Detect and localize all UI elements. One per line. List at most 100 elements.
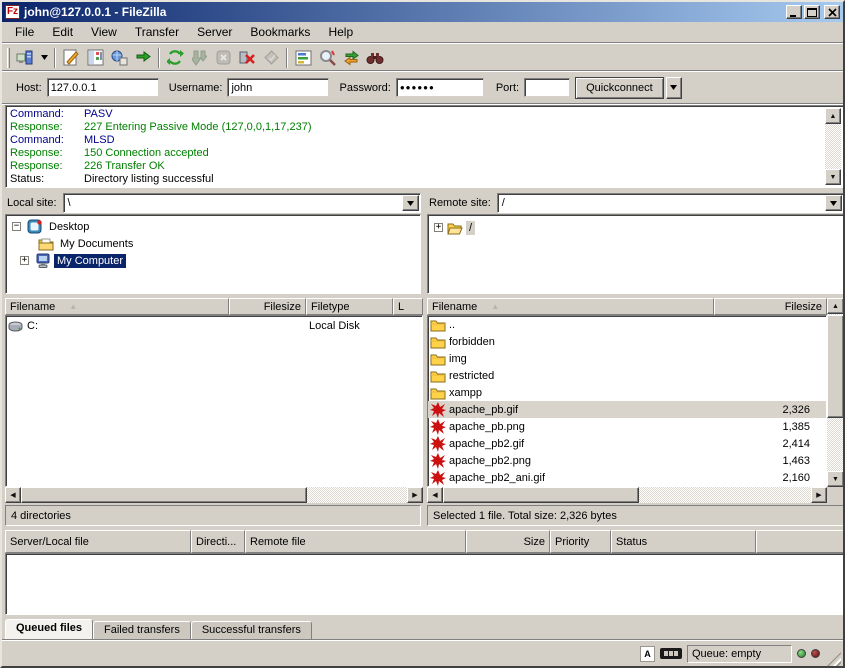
scroll-down-button[interactable]: ▼: [825, 169, 841, 185]
queue-column-direction[interactable]: Directi...: [191, 530, 245, 553]
scroll-right-button[interactable]: ▶: [407, 487, 423, 503]
scroll-left-button[interactable]: ◀: [5, 487, 21, 503]
scrollbar-thumb[interactable]: [443, 487, 639, 503]
resize-grip[interactable]: [827, 652, 841, 666]
local-column-last-modified[interactable]: L: [393, 298, 423, 315]
remote-tree[interactable]: + /: [427, 214, 844, 294]
tab-failed-transfers[interactable]: Failed transfers: [93, 621, 191, 640]
queue-column-server-local-file[interactable]: Server/Local file: [5, 530, 191, 553]
scroll-right-button[interactable]: ▶: [811, 487, 827, 503]
local-column-filetype[interactable]: Filetype: [306, 298, 393, 315]
minimize-button[interactable]: [786, 5, 802, 19]
file-size: 2,414: [728, 438, 810, 450]
site-manager-button[interactable]: [13, 47, 37, 69]
scroll-up-button[interactable]: ▲: [825, 108, 841, 124]
tab-successful-transfers[interactable]: Successful transfers: [191, 621, 312, 640]
queue-tabs: Queued files Failed transfers Successful…: [5, 619, 840, 640]
synchronized-browsing-button[interactable]: [339, 47, 363, 69]
log-scrollbar[interactable]: ▲ ▼: [825, 108, 841, 185]
queue-column-size[interactable]: Size: [466, 530, 550, 553]
scroll-up-button[interactable]: ▲: [827, 298, 844, 314]
local-column-filename[interactable]: Filename ▲: [5, 298, 229, 315]
refresh-button[interactable]: [163, 47, 187, 69]
remote-file-row[interactable]: img: [428, 350, 826, 367]
directory-comparison-button[interactable]: [315, 47, 339, 69]
quickconnect-dropdown-button[interactable]: [666, 77, 682, 99]
remote-file-row[interactable]: forbidden: [428, 333, 826, 350]
username-input[interactable]: [227, 78, 329, 97]
title-bar[interactable]: Fz john@127.0.0.1 - FileZilla: [2, 2, 843, 22]
queue-column-priority[interactable]: Priority: [550, 530, 611, 553]
quickconnect-button[interactable]: Quickconnect: [575, 77, 664, 99]
toggle-local-tree-button[interactable]: [83, 47, 107, 69]
queue-column-status[interactable]: Status: [611, 530, 756, 553]
collapse-icon[interactable]: −: [12, 222, 21, 231]
scroll-left-button[interactable]: ◀: [427, 487, 443, 503]
remote-file-row[interactable]: apache_pb2.gif 2,414: [428, 435, 826, 452]
maximize-button[interactable]: [804, 5, 820, 19]
toggle-message-log-button[interactable]: [59, 47, 83, 69]
menu-transfer[interactable]: Transfer: [126, 23, 188, 41]
remote-file-row[interactable]: restricted: [428, 367, 826, 384]
tree-item-my-documents[interactable]: My Documents: [36, 235, 136, 252]
scroll-down-button[interactable]: ▼: [827, 471, 844, 487]
site-manager-dropdown-button[interactable]: [37, 47, 51, 69]
expand-icon[interactable]: +: [20, 256, 29, 265]
remote-horizontal-scrollbar[interactable]: ◀ ▶: [427, 487, 827, 503]
remote-site-dropdown-button[interactable]: [825, 195, 842, 211]
local-list-body[interactable]: C: Local Disk: [5, 315, 423, 487]
host-input[interactable]: [47, 78, 159, 97]
queue-body[interactable]: [5, 553, 844, 615]
reconnect-button[interactable]: [259, 47, 283, 69]
remote-file-row[interactable]: ..: [428, 316, 826, 333]
remote-file-row[interactable]: apache_pb.png 1,385: [428, 418, 826, 435]
local-file-row[interactable]: C: Local Disk: [6, 317, 422, 334]
remote-vertical-scrollbar[interactable]: ▲ ▼: [827, 298, 844, 487]
chevron-down-icon: [670, 85, 677, 90]
find-files-button[interactable]: [363, 47, 387, 69]
cancel-button[interactable]: [211, 47, 235, 69]
remote-status-text: Selected 1 file. Total size: 2,326 bytes: [433, 510, 617, 522]
remote-column-filename[interactable]: Filename ▲: [427, 298, 714, 315]
process-queue-button[interactable]: [187, 47, 211, 69]
toolbar-gripper[interactable]: [7, 48, 10, 68]
filename-filters-button[interactable]: [291, 47, 315, 69]
remote-file-row[interactable]: apache_pb2.png 1,463: [428, 452, 826, 469]
queue-column-remote-file[interactable]: Remote file: [245, 530, 466, 553]
local-site-combo[interactable]: \: [63, 193, 421, 213]
scrollbar-thumb[interactable]: [827, 315, 844, 418]
menu-edit[interactable]: Edit: [43, 23, 82, 41]
column-label: Filename: [432, 301, 477, 313]
toggle-transfer-queue-button[interactable]: [131, 47, 155, 69]
port-input[interactable]: [524, 78, 570, 97]
local-tree[interactable]: − Desktop My Documents +: [5, 214, 421, 294]
local-horizontal-scrollbar[interactable]: ◀ ▶: [5, 487, 423, 503]
remote-site-combo[interactable]: /: [497, 193, 844, 213]
remote-file-row[interactable]: apache_pb2_ani.gif 2,160: [428, 469, 826, 486]
tree-item-my-computer[interactable]: + My Computer: [20, 252, 126, 269]
menu-server[interactable]: Server: [188, 23, 241, 41]
toggle-remote-tree-button[interactable]: [107, 47, 131, 69]
tree-item-desktop[interactable]: − Desktop: [12, 218, 92, 235]
local-status-text: 4 directories: [11, 510, 71, 522]
password-input[interactable]: [396, 78, 484, 97]
menu-help[interactable]: Help: [319, 23, 362, 41]
menu-file[interactable]: File: [6, 23, 43, 41]
local-column-filesize[interactable]: Filesize: [229, 298, 306, 315]
speedlimit-icon: [660, 648, 682, 659]
remote-file-row-selected[interactable]: apache_pb.gif 2,326: [428, 401, 826, 418]
password-label: Password:: [339, 82, 390, 94]
close-button[interactable]: [824, 5, 840, 19]
remote-list-body[interactable]: .. forbidden img restricted xampp apache…: [427, 315, 827, 487]
disconnect-button[interactable]: [235, 47, 259, 69]
remote-column-filesize[interactable]: Filesize: [714, 298, 827, 315]
menu-view[interactable]: View: [82, 23, 126, 41]
tab-queued-files[interactable]: Queued files: [5, 619, 93, 640]
expand-icon[interactable]: +: [434, 223, 443, 232]
scrollbar-thumb[interactable]: [21, 487, 307, 503]
queue-column-blank[interactable]: [756, 530, 844, 553]
menu-bookmarks[interactable]: Bookmarks: [241, 23, 319, 41]
tree-item-root[interactable]: + /: [434, 219, 475, 236]
remote-file-row[interactable]: xampp: [428, 384, 826, 401]
local-site-dropdown-button[interactable]: [402, 195, 419, 211]
